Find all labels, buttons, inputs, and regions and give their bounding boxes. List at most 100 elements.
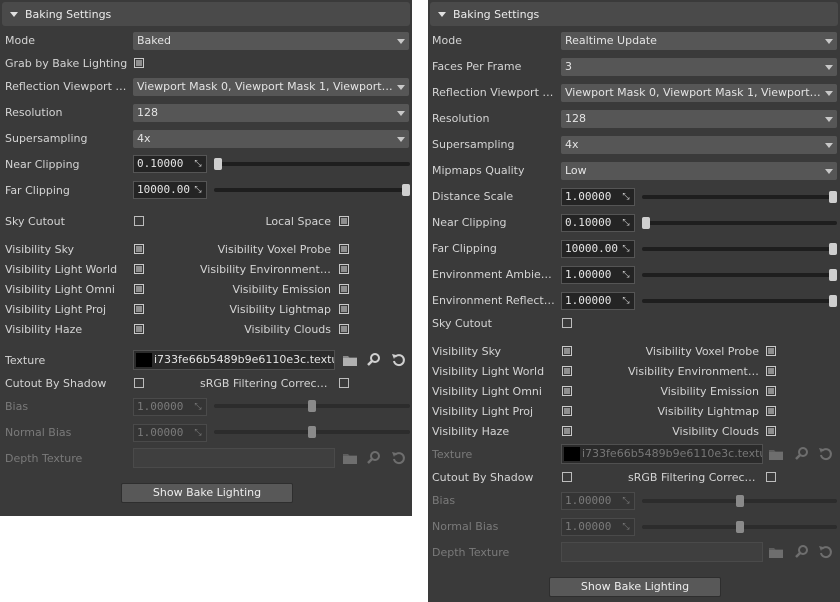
left-srgb-checkbox[interactable] xyxy=(339,378,349,388)
left-near-label: Near Clipping xyxy=(5,158,80,171)
right-reflection-dropdown[interactable]: Viewport Mask 0, Viewport Mask 1, Viewpo… xyxy=(561,84,837,102)
right-cutout-checkbox[interactable] xyxy=(562,472,572,482)
left-local-space-checkbox[interactable] xyxy=(339,216,349,226)
folder-icon xyxy=(769,548,783,558)
left-show-bake-lighting-button[interactable]: Show Bake Lighting xyxy=(121,483,293,503)
left-vis-clouds-checkbox[interactable] xyxy=(339,324,349,334)
slider-handle[interactable] xyxy=(829,269,837,281)
left-vis-lightmap-label: Visibility Lightmap xyxy=(229,303,332,316)
left-vis-env-checkbox[interactable] xyxy=(339,264,349,274)
left-near-slider[interactable] xyxy=(214,158,410,170)
left-mode-dropdown[interactable]: Baked xyxy=(133,32,409,50)
resize-arrows-icon[interactable]: ⤡ xyxy=(190,156,206,172)
right-near-slider[interactable] xyxy=(642,217,837,229)
right-bias-field: 1.00000 ⤡ xyxy=(561,492,635,510)
right-vis-lightmap-checkbox[interactable] xyxy=(766,406,776,416)
right-vis-omni-checkbox[interactable] xyxy=(562,386,572,396)
left-vis-lightmap-checkbox[interactable] xyxy=(339,304,349,314)
right-far-field[interactable]: 10000.000 ⤡ xyxy=(561,240,635,258)
right-faces-dropdown[interactable]: 3 xyxy=(561,58,837,76)
right-resolution-dropdown[interactable]: 128 xyxy=(561,110,837,128)
right-distance-field[interactable]: 1.00000 ⤡ xyxy=(561,188,635,206)
left-reflection-dropdown[interactable]: Viewport Mask 0, Viewport Mask 1, Viewpo… xyxy=(133,78,409,96)
right-vis-sky-label: Visibility Sky xyxy=(432,345,502,358)
left-grab-label: Grab by Bake Lighting xyxy=(5,57,128,70)
slider-handle[interactable] xyxy=(829,295,837,307)
resize-arrows-icon[interactable]: ⤡ xyxy=(618,215,634,231)
right-show-bake-lighting-button[interactable]: Show Bake Lighting xyxy=(549,577,721,597)
magnifier-icon[interactable] xyxy=(366,352,382,368)
resize-arrows-icon: ⤡ xyxy=(190,425,206,441)
right-far-slider[interactable] xyxy=(642,243,837,255)
left-vis-omni-checkbox[interactable] xyxy=(134,284,144,294)
slider-handle[interactable] xyxy=(642,217,650,229)
resize-arrows-icon[interactable]: ⤡ xyxy=(618,267,634,283)
right-reflection-label: Reflection Viewport Mask xyxy=(432,86,558,99)
right-vis-world-checkbox[interactable] xyxy=(562,366,572,376)
right-srgb-checkbox[interactable] xyxy=(766,472,776,482)
right-supersampling-label: Supersampling xyxy=(432,138,515,151)
left-section-header[interactable]: Baking Settings xyxy=(2,2,410,26)
resize-arrows-icon[interactable]: ⤡ xyxy=(618,241,634,257)
dropdown-arrow-icon xyxy=(825,169,833,174)
left-srgb-label: sRGB Filtering Correcti... xyxy=(200,377,331,390)
right-env-reflection-slider[interactable] xyxy=(642,295,837,307)
slider-handle[interactable] xyxy=(214,158,222,170)
folder-icon[interactable] xyxy=(342,352,358,368)
right-vis-voxel-checkbox[interactable] xyxy=(766,346,776,356)
left-vis-sky-checkbox[interactable] xyxy=(134,244,144,254)
left-supersampling-dropdown[interactable]: 4x xyxy=(133,130,409,148)
right-distance-slider[interactable] xyxy=(642,191,837,203)
resize-arrows-icon[interactable]: ⤡ xyxy=(190,182,206,198)
right-env-ambient-slider[interactable] xyxy=(642,269,837,281)
right-sky-cutout-checkbox[interactable] xyxy=(562,318,572,328)
resize-arrows-icon[interactable]: ⤡ xyxy=(618,189,634,205)
right-vis-haze-checkbox[interactable] xyxy=(562,426,572,436)
right-section-header[interactable]: Baking Settings xyxy=(430,2,838,26)
left-near-field[interactable]: 0.10000 ⤡ xyxy=(133,155,207,173)
right-vis-env-checkbox[interactable] xyxy=(766,366,776,376)
left-sky-cutout-checkbox[interactable] xyxy=(134,216,144,226)
left-grab-checkbox[interactable] xyxy=(134,58,144,68)
right-mode-dropdown[interactable]: Realtime Update xyxy=(561,32,837,50)
slider-handle[interactable] xyxy=(829,191,837,203)
left-far-slider[interactable] xyxy=(214,184,410,196)
resize-arrows-icon[interactable]: ⤡ xyxy=(618,293,634,309)
right-texture-field: i733fe66b5489b9e6110e3c.texture xyxy=(561,444,763,464)
left-texture-field[interactable]: i733fe66b5489b9e6110e3c.texture xyxy=(133,350,335,370)
slider-handle[interactable] xyxy=(829,243,837,255)
right-resolution-label: Resolution xyxy=(432,112,490,125)
right-supersampling-dropdown[interactable]: 4x xyxy=(561,136,837,154)
right-vis-sky-checkbox[interactable] xyxy=(562,346,572,356)
left-reflection-label: Reflection Viewport Mask xyxy=(5,80,130,93)
right-cutout-label: Cutout By Shadow xyxy=(432,471,534,484)
right-vis-voxel-label: Visibility Voxel Probe xyxy=(645,345,759,358)
left-cutout-checkbox[interactable] xyxy=(134,378,144,388)
left-resolution-dropdown[interactable]: 128 xyxy=(133,104,409,122)
right-vis-emission-checkbox[interactable] xyxy=(766,386,776,396)
left-vis-emission-checkbox[interactable] xyxy=(339,284,349,294)
right-distance-label: Distance Scale xyxy=(432,190,514,203)
right-env-reflection-field[interactable]: 1.00000 ⤡ xyxy=(561,292,635,310)
slider-handle xyxy=(736,495,744,507)
right-texture-label: Texture xyxy=(432,448,473,461)
left-vis-sky-label: Visibility Sky xyxy=(5,243,75,256)
left-vis-haze-checkbox[interactable] xyxy=(134,324,144,334)
right-vis-clouds-checkbox[interactable] xyxy=(766,426,776,436)
right-near-field[interactable]: 0.10000 ⤡ xyxy=(561,214,635,232)
right-env-ambient-field[interactable]: 1.00000 ⤡ xyxy=(561,266,635,284)
slider-handle xyxy=(308,426,316,438)
left-far-field[interactable]: 10000.000 ⤡ xyxy=(133,181,207,199)
right-vis-lightmap-label: Visibility Lightmap xyxy=(657,405,760,418)
slider-handle[interactable] xyxy=(402,184,410,196)
left-mode-label: Mode xyxy=(5,34,35,47)
left-vis-world-checkbox[interactable] xyxy=(134,264,144,274)
left-vis-proj-checkbox[interactable] xyxy=(134,304,144,314)
left-bias-field: 1.00000 ⤡ xyxy=(133,398,207,416)
right-mipmaps-dropdown[interactable]: Low xyxy=(561,162,837,180)
right-vis-proj-checkbox[interactable] xyxy=(562,406,572,416)
reset-icon[interactable] xyxy=(391,352,407,368)
left-vis-voxel-checkbox[interactable] xyxy=(339,244,349,254)
resize-arrows-icon: ⤡ xyxy=(618,519,634,535)
magnifier-icon xyxy=(795,545,808,558)
